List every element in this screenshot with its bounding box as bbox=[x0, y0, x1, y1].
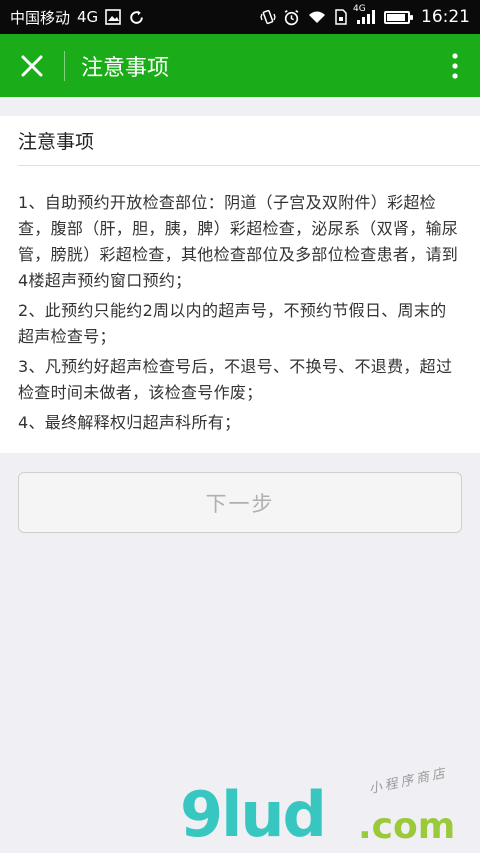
carrier-label: 中国移动 bbox=[10, 8, 71, 27]
next-step-button[interactable]: 下一步 bbox=[18, 472, 462, 533]
close-button[interactable] bbox=[0, 34, 64, 97]
watermark-domain: .com bbox=[358, 806, 456, 847]
nav-divider bbox=[64, 50, 65, 81]
card-title: 注意事项 bbox=[18, 116, 480, 166]
notice-item-4: 4、最终解释权归超声科所有； bbox=[18, 413, 241, 432]
watermark-logo: 9lud bbox=[180, 778, 327, 851]
network-label: 4G bbox=[77, 8, 99, 26]
battery-fill bbox=[387, 13, 406, 21]
sim-icon bbox=[334, 9, 348, 25]
status-right: 4G 16:21 bbox=[260, 4, 470, 27]
page-title: 注意事项 bbox=[81, 55, 170, 81]
notice-list: 1、自助预约开放检查部位：阴道（子宫及双附件）彩超检查，腹部（肝，胆，胰，脾）彩… bbox=[0, 166, 480, 436]
watermark-caption: 小程序商店 bbox=[367, 765, 450, 798]
notice-item-3: 3、凡预约好超声检查号后，不退号、不换号、不退费，超过检查时间未做者，该检查号作… bbox=[18, 357, 453, 402]
signal-icon: 4G bbox=[353, 4, 377, 25]
notice-item-2: 2、此预约只能约2周以内的超声号，不预约节假日、周末的超声检查号； bbox=[18, 301, 447, 346]
status-left: 中国移动 4G bbox=[10, 7, 145, 28]
vibrate-icon bbox=[260, 9, 276, 25]
wifi-icon bbox=[307, 9, 327, 25]
status-bar: 中国移动 4G 4G 16:21 bbox=[0, 0, 480, 34]
alarm-icon bbox=[283, 9, 300, 26]
nav-bar: 注意事项 bbox=[0, 34, 480, 97]
sync-icon bbox=[128, 9, 145, 26]
network-small-label: 4G bbox=[353, 4, 366, 14]
image-icon bbox=[105, 9, 121, 25]
close-icon bbox=[21, 55, 43, 76]
clock-time: 16:21 bbox=[421, 7, 470, 27]
notice-item-1: 1、自助预约开放检查部位：阴道（子宫及双附件）彩超检查，腹部（肝，胆，胰，脾）彩… bbox=[18, 193, 459, 290]
notice-card: 注意事项 1、自助预约开放检查部位：阴道（子宫及双附件）彩超检查，腹部（肝，胆，… bbox=[0, 116, 480, 453]
battery-icon bbox=[384, 10, 413, 24]
more-button[interactable] bbox=[430, 34, 480, 97]
watermark: 小程序商店 9lud .com bbox=[180, 766, 470, 851]
more-vertical-icon bbox=[452, 52, 458, 79]
